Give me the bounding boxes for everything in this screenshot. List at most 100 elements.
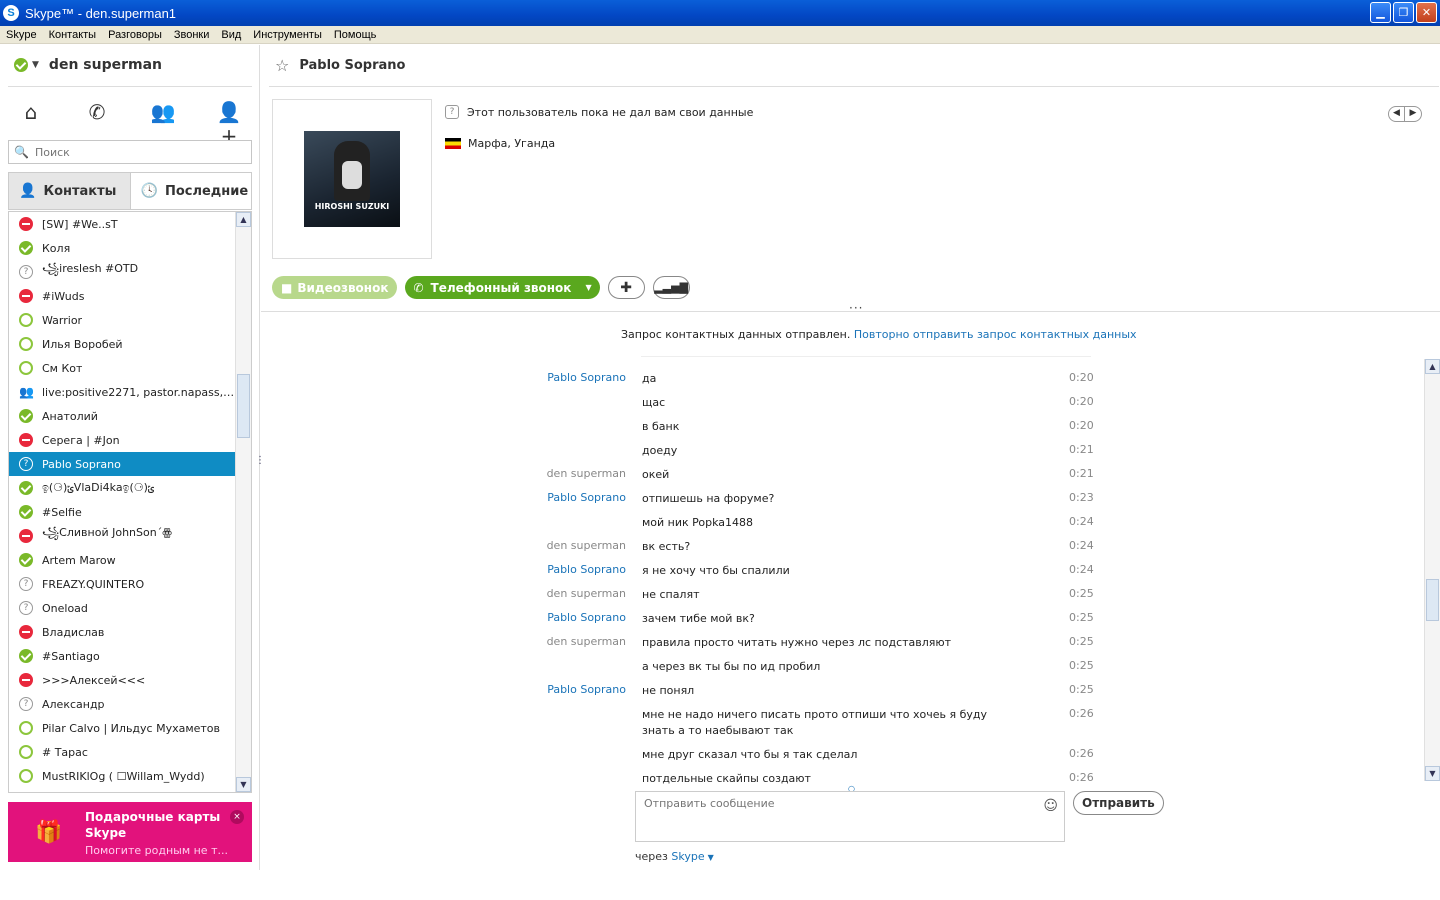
scroll-up-icon[interactable]: ▲	[236, 212, 251, 227]
via-skype-link[interactable]: Skype	[671, 850, 704, 863]
contact-item[interactable]: ඉ(⚆)ݶVlaDi4kaඉ(⚆)ݶ	[9, 476, 235, 500]
gift-icon: 🎁	[35, 820, 63, 845]
contact-item[interactable]: Коля	[9, 236, 235, 260]
send-button[interactable]: Отправить	[1073, 791, 1164, 815]
message-time: 0:24	[1069, 563, 1094, 576]
contact-item[interactable]: ? Pablo Soprano	[9, 452, 235, 476]
chat-scrollbar[interactable]: ▲ ▼	[1424, 359, 1440, 781]
minimize-button[interactable]: ▁	[1370, 2, 1391, 23]
compose-box[interactable]: ☺	[635, 791, 1065, 842]
contact-item[interactable]: ? FREAZY.QUINTERO	[9, 572, 235, 596]
scroll-thumb[interactable]	[1426, 579, 1439, 621]
profile-location: Марфа, Уганда	[468, 137, 556, 150]
menu-view[interactable]: Вид	[215, 29, 247, 41]
status-dropdown-icon[interactable]: ▼	[32, 60, 39, 70]
message-list[interactable]: Pablo Soprano да 0:20 щас 0:20 в банк 0:20 доед…	[261, 365, 1423, 785]
contact-name: Artem Marow	[42, 553, 116, 567]
message-author[interactable]: Pablo Soprano	[547, 563, 626, 576]
call-quality-button[interactable]: ▂▃▅▇	[652, 276, 690, 299]
contact-item[interactable]: Artem Marow	[9, 548, 235, 572]
group-status-icon: 👥	[19, 385, 34, 399]
contact-item[interactable]: ꧁Сливной JohnSon´ꙮ	[9, 524, 235, 548]
signal-bars-icon: ▂▃▅▇	[654, 281, 689, 294]
message-author[interactable]: Pablo Soprano	[547, 491, 626, 504]
message-author[interactable]: den superman	[547, 587, 626, 600]
divider	[8, 86, 252, 87]
promo-banner[interactable]: 🎁 Подарочные карты Skype Помогите родным…	[8, 802, 252, 862]
chevron-down-icon[interactable]: ▼	[708, 853, 714, 862]
my-status-icon[interactable]	[14, 58, 28, 72]
message-author[interactable]: den superman	[547, 539, 626, 552]
contact-item[interactable]: Warrior	[9, 308, 235, 332]
contact-item[interactable]: #Santiago	[9, 644, 235, 668]
scroll-down-icon[interactable]: ▼	[1425, 766, 1440, 781]
contact-item[interactable]: ? Александр	[9, 692, 235, 716]
menu-tools[interactable]: Инструменты	[247, 29, 328, 41]
contact-item[interactable]: ? Oneload	[9, 596, 235, 620]
message-time: 0:20	[1069, 419, 1094, 432]
search-box[interactable]: 🔍	[8, 140, 252, 164]
message-time: 0:21	[1069, 443, 1094, 456]
prev-arrow-icon[interactable]: ◀	[1389, 107, 1405, 121]
menu-calls[interactable]: Звонки	[168, 29, 216, 41]
promo-close-icon[interactable]: ×	[230, 810, 244, 824]
contact-item[interactable]: Серега | #Jon	[9, 428, 235, 452]
message-text: да	[642, 372, 657, 385]
contact-item[interactable]: #iWuds	[9, 284, 235, 308]
contact-item[interactable]: MustRIKlOg ( ☐Willam_Wydd)	[9, 764, 235, 788]
resize-handle-icon[interactable]: ···	[849, 301, 863, 315]
busy-status-icon	[19, 625, 33, 639]
maximize-button[interactable]: ❐	[1393, 2, 1414, 23]
message-input[interactable]	[644, 797, 1034, 837]
menu-conversations[interactable]: Разговоры	[102, 29, 168, 41]
tab-recent[interactable]: 🕓 Последние	[131, 173, 252, 209]
chat-contact-name: Pablo Soprano	[299, 58, 406, 73]
close-button[interactable]: ✕	[1416, 2, 1437, 23]
contact-item[interactable]: Владислав	[9, 620, 235, 644]
contact-name: Pilar Calvo | Ильдус Мухаметов	[42, 721, 221, 735]
message-author[interactable]: Pablo Soprano	[547, 371, 626, 384]
add-button[interactable]: ✚	[607, 276, 645, 299]
contact-item[interactable]: Анатолий	[9, 404, 235, 428]
contact-avatar: HIROSHI SUZUKI	[272, 99, 432, 259]
message-author[interactable]: den superman	[547, 467, 626, 480]
chevron-down-icon[interactable]: ▼	[585, 283, 591, 292]
offline-status-icon	[19, 337, 33, 351]
contact-item[interactable]: См Кот	[9, 356, 235, 380]
video-call-button[interactable]: ■ Видеозвонок	[272, 276, 398, 299]
menu-contacts[interactable]: Контакты	[43, 29, 103, 41]
message-author[interactable]: Pablo Soprano	[547, 611, 626, 624]
contact-name: Warrior	[42, 313, 83, 327]
contact-item[interactable]: >>>Алексей<<<	[9, 668, 235, 692]
contact-item[interactable]: Pilar Calvo | Ильдус Мухаметов	[9, 716, 235, 740]
emoticon-icon[interactable]: ☺	[1043, 798, 1058, 814]
message-time: 0:21	[1069, 467, 1094, 480]
menu-help[interactable]: Помощь	[328, 29, 383, 41]
my-status-area[interactable]: ▼ den superman	[14, 57, 162, 73]
contact-list[interactable]: [SW] #We..sT Коля? ꧁ireslesh #OTD #iWuds War…	[8, 211, 252, 793]
contact-item[interactable]: [SW] #We..sT	[9, 212, 235, 236]
contact-item[interactable]: ? ꧁ireslesh #OTD	[9, 260, 235, 284]
message-author[interactable]: den superman	[547, 635, 626, 648]
next-arrow-icon[interactable]: ▶	[1405, 107, 1421, 121]
unknown-status-icon: ?	[19, 265, 33, 279]
contact-item[interactable]: #Selfie	[9, 500, 235, 524]
scroll-thumb[interactable]	[237, 374, 250, 438]
scroll-down-icon[interactable]: ▼	[236, 777, 251, 792]
favorite-star-icon[interactable]: ☆	[275, 56, 289, 75]
message-author[interactable]: Pablo Soprano	[547, 683, 626, 696]
unknown-status-icon: ?	[19, 577, 33, 591]
menu-skype[interactable]: Skype	[0, 29, 43, 41]
tab-contacts[interactable]: 👤 Контакты	[9, 173, 131, 209]
message-text: я не хочу что бы спалили	[642, 564, 790, 577]
contact-item[interactable]: Илья Воробей	[9, 332, 235, 356]
contact-item[interactable]: 👥 live:positive2271, pastor.napass, nu...	[9, 380, 235, 404]
search-input[interactable]	[34, 145, 235, 159]
contact-list-scrollbar[interactable]: ▲ ▼	[235, 212, 251, 792]
contact-item[interactable]: # Тарас	[9, 740, 235, 764]
resend-request-link[interactable]: Повторно отправить запрос контактных дан…	[854, 328, 1137, 341]
scroll-up-icon[interactable]: ▲	[1425, 359, 1440, 374]
message-text: мне не надо ничего писать прото отпиши ч…	[642, 708, 987, 737]
phone-call-button[interactable]: ✆ Телефонный звонок ▼	[405, 276, 600, 299]
online-status-icon	[19, 505, 33, 519]
